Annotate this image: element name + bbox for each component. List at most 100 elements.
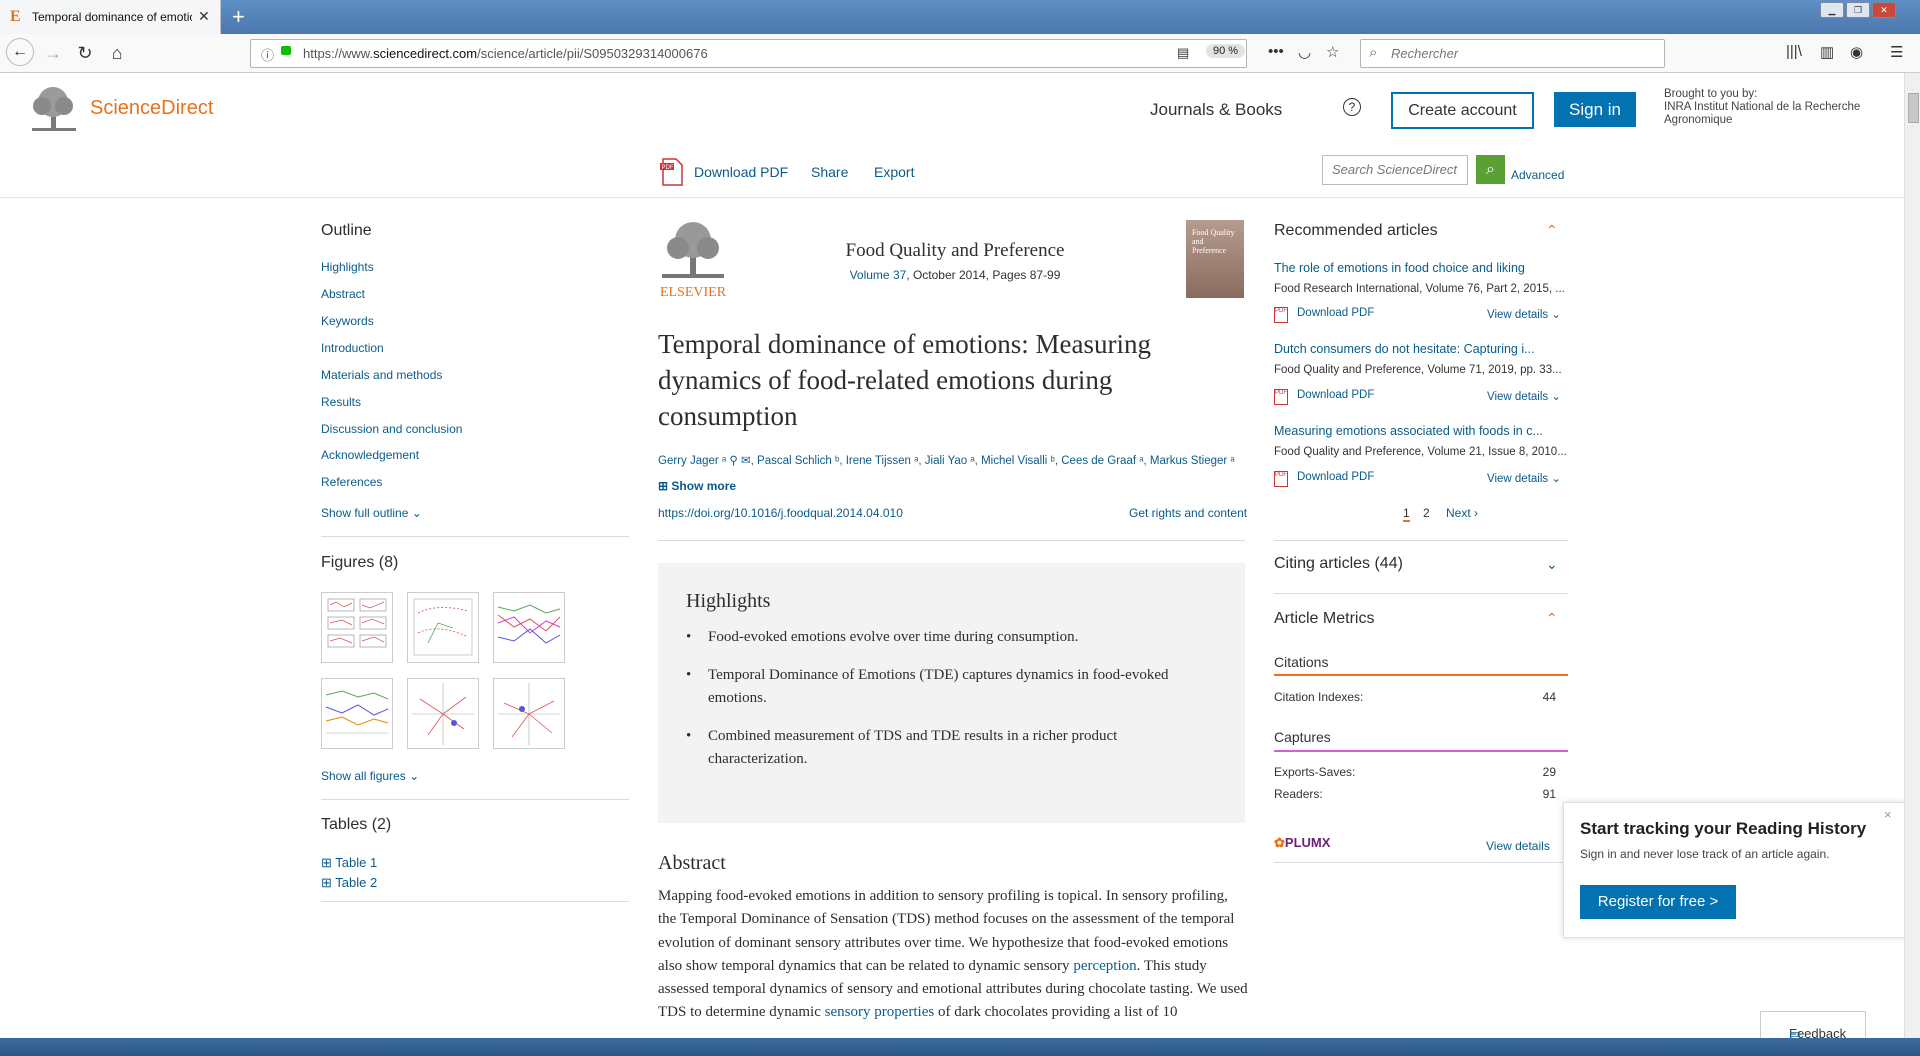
sciencedirect-search-input[interactable]: Search ScienceDirect (1322, 155, 1468, 185)
highlights-title: Highlights (686, 590, 771, 612)
favicon-icon: E (10, 8, 21, 25)
pagination-page-2[interactable]: 2 (1423, 506, 1430, 520)
url-bar[interactable]: ⓘ https://www.sciencedirect.com/science/… (250, 39, 1247, 68)
outline-item-abstract[interactable]: Abstract (321, 287, 365, 301)
reader-view-icon[interactable]: ▤ (1177, 45, 1189, 61)
search-button[interactable]: ⌕ (1476, 155, 1505, 184)
author-list[interactable]: Gerry Jager ᵃ ⚲ ✉, Pascal Schlich ᵇ, Ire… (658, 453, 1258, 467)
new-tab-icon[interactable]: + (232, 4, 245, 30)
export-link[interactable]: Export (874, 164, 914, 180)
chevron-down-icon[interactable]: ⌄ (1546, 556, 1558, 573)
doi-link[interactable]: https://doi.org/10.1016/j.foodqual.2014.… (658, 506, 903, 520)
recommended-download-pdf[interactable]: Download PDF (1297, 307, 1374, 319)
show-more-link[interactable]: ⊞ Show more (658, 479, 736, 493)
recommended-view-details[interactable]: View details ⌄ (1487, 307, 1561, 321)
figure-thumbnail[interactable] (407, 592, 479, 663)
outline-item-materials[interactable]: Materials and methods (321, 368, 442, 382)
chevron-up-icon[interactable]: ⌃ (1546, 610, 1558, 627)
browser-search-input[interactable]: ⌕ Rechercher (1360, 39, 1665, 68)
elsevier-publisher-logo[interactable]: ELSEVIER (658, 220, 728, 298)
maximize-icon[interactable]: ❐ (1846, 2, 1870, 18)
outline-item-highlights[interactable]: Highlights (321, 260, 374, 274)
forward-icon[interactable]: → (40, 40, 66, 66)
chevron-up-icon[interactable]: ⌃ (1546, 222, 1558, 239)
volume-link[interactable]: Volume 37 (850, 268, 907, 282)
pocket-icon[interactable]: ◡ (1298, 43, 1311, 61)
sign-in-button[interactable]: Sign in (1554, 92, 1636, 127)
outline-title: Outline (321, 222, 372, 239)
close-tab-icon[interactable]: ✕ (198, 8, 210, 25)
rights-content-link[interactable]: Get rights and content (1129, 506, 1247, 520)
abstract-part: of dark chocolates providing a list of 1… (934, 1004, 1178, 1021)
brand-name[interactable]: ScienceDirect (90, 97, 213, 120)
pagination-next[interactable]: Next › (1446, 506, 1478, 520)
sidebar-icon[interactable]: ▥ (1820, 43, 1834, 61)
figure-thumbnail[interactable] (321, 678, 393, 749)
journal-cover-image[interactable]: Food Quality and Preference (1186, 220, 1244, 298)
menu-icon[interactable]: ☰ (1890, 43, 1903, 61)
zoom-level[interactable]: 90 % (1206, 44, 1246, 58)
info-icon[interactable]: ⓘ (261, 45, 274, 64)
elsevier-tree-logo[interactable] (28, 86, 80, 132)
figure-thumbnail[interactable] (493, 592, 565, 663)
recommended-view-details[interactable]: View details ⌄ (1487, 389, 1561, 403)
citations-heading: Citations (1274, 654, 1329, 670)
register-button[interactable]: Register for free > (1580, 885, 1736, 919)
search-placeholder: Rechercher (1391, 46, 1459, 61)
popup-subtext: Sign in and never lose track of an artic… (1580, 847, 1830, 861)
window-close-icon[interactable]: ✕ (1872, 2, 1896, 18)
next-label: Next (1446, 506, 1471, 520)
advanced-search-link[interactable]: Advanced (1511, 168, 1564, 182)
citing-articles-title[interactable]: Citing articles (44) (1274, 555, 1403, 573)
account-icon[interactable]: ◉ (1850, 43, 1863, 61)
recommended-article-title[interactable]: Dutch consumers do not hesitate: Capturi… (1274, 342, 1566, 356)
article-metrics-title: Article Metrics (1274, 610, 1375, 627)
back-icon[interactable]: ← (6, 38, 34, 66)
outline-item-introduction[interactable]: Introduction (321, 341, 384, 355)
journal-volume: Volume 37, October 2014, Pages 87-99 (780, 268, 1130, 282)
browser-tab[interactable]: E Temporal dominance of emotions ✕ (0, 0, 221, 34)
plumx-logo[interactable]: ✿PLUMX (1274, 835, 1330, 851)
minimize-icon[interactable]: ▁ (1820, 2, 1844, 18)
journals-books-link[interactable]: Journals & Books (1150, 100, 1282, 120)
figure-thumbnail[interactable] (321, 592, 393, 663)
figure-thumbnail[interactable] (493, 678, 565, 749)
scrollbar-thumb[interactable] (1908, 93, 1919, 123)
table-link-2[interactable]: ⊞ Table 2 (321, 875, 377, 891)
page-scrollbar[interactable] (1904, 73, 1920, 1038)
outline-item-references[interactable]: References (321, 475, 382, 489)
outline-item-acknowledgement[interactable]: Acknowledgement (321, 448, 419, 462)
lock-icon[interactable] (281, 46, 291, 55)
pagination-page-1[interactable]: 1 (1403, 506, 1410, 522)
table-link-1[interactable]: ⊞ Table 1 (321, 855, 377, 871)
library-icon[interactable]: |||\ (1786, 43, 1802, 60)
figure-thumbnail[interactable] (407, 678, 479, 749)
recommended-article-title[interactable]: Measuring emotions associated with foods… (1274, 424, 1566, 438)
journal-title[interactable]: Food Quality and Preference (780, 240, 1130, 262)
metrics-view-details-link[interactable]: View details (1486, 839, 1550, 853)
recommended-view-details[interactable]: View details ⌄ (1487, 471, 1561, 485)
bookmark-star-icon[interactable]: ☆ (1326, 43, 1339, 61)
outline-item-discussion[interactable]: Discussion and conclusion (321, 422, 462, 436)
outline-item-keywords[interactable]: Keywords (321, 314, 374, 328)
feedback-button[interactable]: Feedback ▭ (1760, 1011, 1866, 1041)
topic-link[interactable]: sensory properties (825, 1004, 935, 1020)
show-all-figures-link[interactable]: Show all figures ⌄ (321, 769, 419, 783)
close-icon[interactable]: × (1884, 807, 1892, 822)
table-label: Table 2 (335, 875, 378, 890)
pdf-icon: PDF (1274, 389, 1288, 405)
home-icon[interactable]: ⌂ (104, 40, 130, 66)
topic-link[interactable]: perception (1073, 958, 1136, 974)
show-full-outline-link[interactable]: Show full outline ⌄ (321, 506, 422, 520)
help-icon[interactable]: ? (1343, 98, 1361, 116)
more-actions-icon[interactable]: ••• (1268, 43, 1284, 60)
recommended-download-pdf[interactable]: Download PDF (1297, 471, 1374, 483)
recommended-article-title[interactable]: The role of emotions in food choice and … (1274, 261, 1566, 275)
pdf-icon[interactable]: PDF (660, 158, 684, 186)
download-pdf-link[interactable]: Download PDF (694, 164, 788, 180)
outline-item-results[interactable]: Results (321, 395, 361, 409)
share-link[interactable]: Share (811, 164, 848, 180)
recommended-download-pdf[interactable]: Download PDF (1297, 389, 1374, 401)
create-account-button[interactable]: Create account (1391, 92, 1534, 129)
reload-icon[interactable]: ↻ (72, 40, 98, 66)
